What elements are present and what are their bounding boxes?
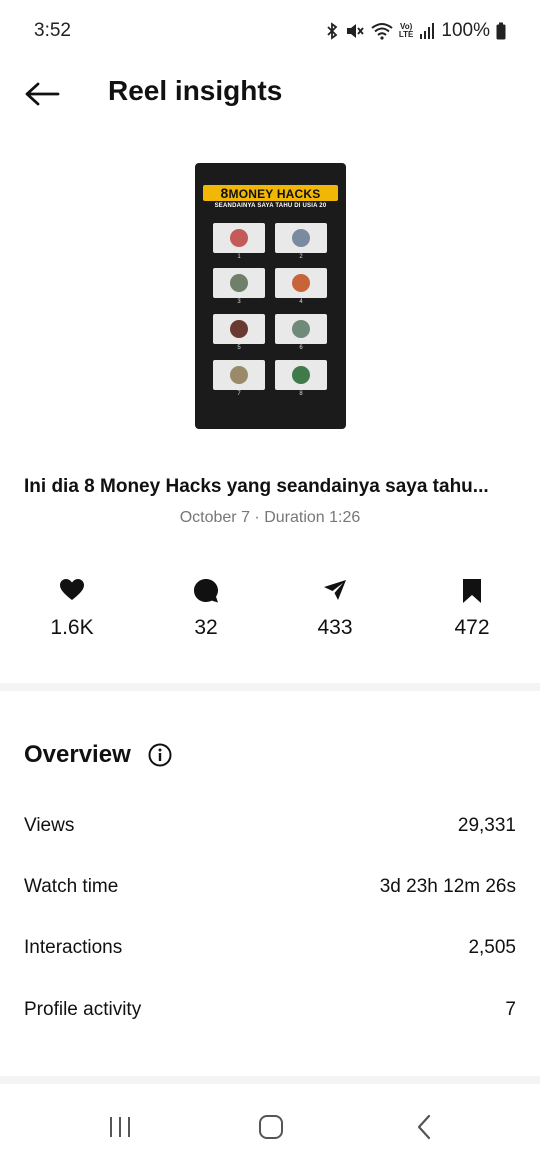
metric-label: Watch time	[24, 876, 119, 897]
metric-row-interactions[interactable]: Interactions 2,505	[24, 933, 516, 963]
reel-meta: October 7 · Duration 1:26	[179, 509, 361, 526]
overview-title: Overview	[24, 741, 131, 768]
thumbnail-subtitle: SEANDAINYA SAYA TAHU DI USIA 20	[214, 203, 327, 209]
home-icon	[259, 1115, 283, 1139]
wifi-icon	[371, 23, 393, 40]
comment-icon	[194, 579, 218, 603]
engagement-stats: 1.6K 32 433 472	[0, 578, 540, 648]
shares-count: 433	[317, 616, 353, 639]
page-title: Reel insights	[108, 75, 283, 106]
banner-text: MONEY HACKS	[228, 187, 321, 201]
home-button[interactable]	[241, 1110, 301, 1144]
metric-value: 29,331	[457, 815, 516, 836]
tile-number: 7	[237, 391, 241, 397]
shares-stat: 433	[290, 578, 380, 640]
metric-value: 3d 23h 12m 26s	[379, 876, 516, 897]
nav-back-icon	[417, 1114, 431, 1140]
metric-label: Profile activity	[24, 999, 142, 1020]
banner-number: 8	[220, 185, 229, 201]
thumbnail-tile	[213, 223, 265, 253]
saves-count: 472	[454, 616, 490, 639]
thumbnail-tile	[275, 314, 327, 344]
recents-icon	[110, 1117, 130, 1137]
thumbnail-banner: 8MONEY HACKS	[203, 185, 338, 201]
mute-icon	[346, 24, 364, 38]
back-button[interactable]	[20, 76, 64, 112]
back-arrow-icon	[25, 82, 60, 106]
section-divider	[0, 1076, 540, 1084]
metric-row-profile-activity[interactable]: Profile activity 7	[24, 995, 516, 1025]
tile-number: 4	[299, 299, 303, 305]
tile-number: 5	[237, 345, 241, 351]
tile-number: 3	[237, 299, 241, 305]
share-icon	[324, 580, 346, 600]
header: Reel insights	[0, 62, 540, 124]
tile-number: 2	[299, 254, 303, 260]
likes-stat: 1.6K	[27, 578, 117, 640]
status-icons: Vo) LTE 100%	[325, 20, 506, 42]
recents-button[interactable]	[90, 1110, 150, 1144]
heart-icon	[60, 579, 84, 600]
tile-number: 1	[237, 254, 241, 260]
reel-caption: Ini dia 8 Money Hacks yang seandainya sa…	[24, 476, 489, 497]
volte-icon: Vo) LTE	[399, 23, 414, 39]
metric-row-watch-time: Watch time 3d 23h 12m 26s	[24, 872, 516, 902]
section-divider	[0, 683, 540, 691]
volte-bottom: LTE	[398, 30, 414, 39]
metric-value: 7	[505, 999, 516, 1020]
thumbnail-tile	[213, 314, 265, 344]
system-nav-bar	[0, 1090, 540, 1170]
metric-value: 2,505	[468, 937, 516, 958]
comments-count: 32	[194, 616, 218, 639]
signal-icon	[420, 23, 435, 39]
tile-number: 6	[299, 345, 303, 351]
bookmark-icon	[463, 579, 481, 603]
metric-label: Interactions	[24, 937, 123, 958]
thumbnail-tile	[213, 268, 265, 298]
metric-row-views: Views 29,331	[24, 811, 516, 841]
status-bar: 3:52 Vo) LTE 100%	[0, 0, 540, 62]
nav-back-button[interactable]	[394, 1110, 454, 1144]
bluetooth-icon	[327, 22, 338, 40]
status-time: 3:52	[34, 20, 71, 41]
thumbnail-tile	[275, 360, 327, 390]
metric-label: Views	[24, 815, 75, 836]
comments-stat: 32	[161, 578, 251, 640]
thumbnail-tile	[275, 223, 327, 253]
tile-number: 8	[299, 391, 303, 397]
thumbnail-tile	[213, 360, 265, 390]
saves-stat: 472	[427, 578, 517, 640]
reel-thumbnail[interactable]: 8MONEY HACKS SEANDAINYA SAYA TAHU DI USI…	[195, 163, 346, 429]
battery-icon	[496, 22, 506, 40]
info-icon[interactable]	[148, 743, 172, 767]
likes-count: 1.6K	[50, 616, 94, 639]
battery-percent: 100%	[441, 20, 490, 41]
thumbnail-tile	[275, 268, 327, 298]
